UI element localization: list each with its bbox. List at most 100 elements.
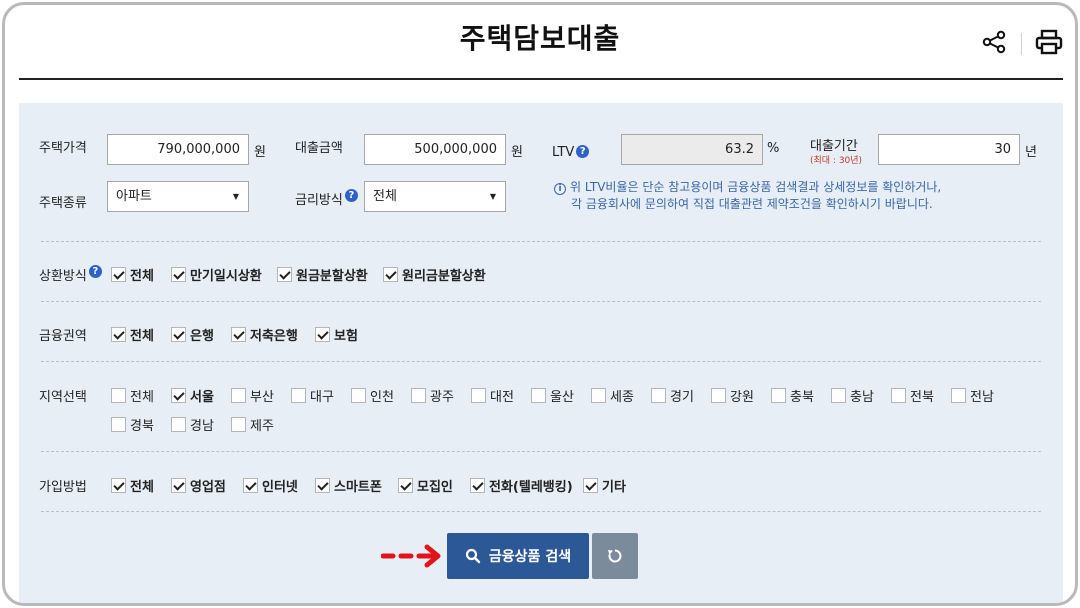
repayment-option-principal-interest[interactable]: 원리금분할상환: [383, 265, 486, 284]
repayment-label: 상환방식: [39, 269, 87, 284]
checkbox[interactable]: [111, 388, 126, 403]
checkbox[interactable]: [891, 388, 906, 403]
rate-type-select[interactable]: 전체 ▼: [364, 181, 506, 212]
repayment-option-bullet[interactable]: 만기일시상환: [171, 265, 262, 284]
reset-button[interactable]: [592, 533, 638, 579]
region-option[interactable]: 충북: [771, 386, 814, 405]
caret-down-icon: ▼: [489, 192, 496, 201]
checkbox[interactable]: [351, 388, 366, 403]
region-option[interactable]: 제주: [231, 415, 274, 434]
checkbox[interactable]: [111, 417, 126, 432]
channel-option-other[interactable]: 기타: [583, 476, 626, 495]
loan-period-max-note: (최대 : 30년): [810, 156, 863, 166]
region-option[interactable]: 인천: [351, 386, 394, 405]
rate-type-label: 금리방식: [295, 193, 343, 208]
loan-amount-input[interactable]: 500,000,000: [364, 134, 506, 165]
channel-option-agent[interactable]: 모집인: [398, 476, 453, 495]
region-option[interactable]: 광주: [411, 386, 454, 405]
region-option[interactable]: 대전: [471, 386, 514, 405]
channel-option-internet[interactable]: 인터넷: [243, 476, 298, 495]
region-option[interactable]: 전남: [951, 386, 994, 405]
checkbox[interactable]: [831, 388, 846, 403]
house-type-label: 주택종류: [39, 196, 87, 211]
repayment-option-all[interactable]: 전체: [111, 265, 154, 284]
region-label: 지역선택: [39, 390, 87, 405]
sector-option-bank[interactable]: 은행: [171, 325, 214, 344]
checkbox-checked[interactable]: [111, 327, 126, 342]
loan-amount-unit: 원: [511, 145, 523, 160]
divider: [41, 301, 1041, 302]
ltv-help-icon[interactable]: ?: [576, 145, 590, 158]
checkbox[interactable]: [651, 388, 666, 403]
checkbox[interactable]: [231, 388, 246, 403]
rate-type-value: 전체: [373, 189, 397, 204]
loan-period-label: 대출기간: [810, 139, 858, 154]
header-divider: [1021, 33, 1022, 55]
region-option[interactable]: 세종: [591, 386, 634, 405]
region-option[interactable]: 강원: [711, 386, 754, 405]
region-option[interactable]: 전북: [891, 386, 934, 405]
loan-period-input[interactable]: 30: [878, 134, 1020, 165]
search-button[interactable]: 금융상품 검색: [447, 533, 589, 579]
repayment-help-icon[interactable]: ?: [88, 265, 102, 278]
page-title: 주택담보대출: [459, 22, 621, 55]
checkbox-checked[interactable]: [171, 267, 186, 282]
channel-label: 가입방법: [39, 480, 87, 495]
checkbox-checked[interactable]: [398, 478, 413, 493]
rate-type-label-wrap: 금리방식?: [295, 189, 358, 208]
caret-down-icon: ▼: [232, 192, 239, 201]
sector-option-savings-bank[interactable]: 저축은행: [231, 325, 298, 344]
checkbox[interactable]: [231, 417, 246, 432]
ltv-label-wrap: LTV?: [552, 145, 590, 160]
region-option[interactable]: 부산: [231, 386, 274, 405]
loan-amount-label: 대출금액: [295, 141, 343, 156]
checkbox-checked[interactable]: [171, 327, 186, 342]
house-type-select[interactable]: 아파트 ▼: [107, 181, 249, 212]
checkbox[interactable]: [531, 388, 546, 403]
region-option[interactable]: 울산: [531, 386, 574, 405]
rate-type-help-icon[interactable]: ?: [344, 189, 358, 202]
checkbox-checked[interactable]: [277, 267, 292, 282]
checkbox-checked[interactable]: [171, 388, 186, 403]
checkbox[interactable]: [591, 388, 606, 403]
share-icon[interactable]: [981, 29, 1007, 55]
checkbox-checked[interactable]: [111, 267, 126, 282]
region-option[interactable]: 경남: [171, 415, 214, 434]
checkbox-checked[interactable]: [383, 267, 398, 282]
search-icon: [465, 548, 481, 564]
checkbox-checked[interactable]: [315, 478, 330, 493]
sector-option-insurance[interactable]: 보험: [315, 325, 358, 344]
house-type-value: 아파트: [116, 189, 152, 204]
divider: [41, 451, 1041, 452]
channel-option-branch[interactable]: 영업점: [171, 476, 226, 495]
checkbox-checked[interactable]: [583, 478, 598, 493]
print-icon[interactable]: [1035, 29, 1063, 55]
repayment-option-principal[interactable]: 원금분할상환: [277, 265, 368, 284]
region-option[interactable]: 서울: [171, 386, 214, 405]
channel-option-phone[interactable]: 전화(텔레뱅킹): [470, 476, 573, 495]
checkbox[interactable]: [411, 388, 426, 403]
checkbox-checked[interactable]: [243, 478, 258, 493]
checkbox-checked[interactable]: [171, 478, 186, 493]
checkbox-checked[interactable]: [470, 478, 485, 493]
region-option[interactable]: 충남: [831, 386, 874, 405]
channel-option-smartphone[interactable]: 스마트폰: [315, 476, 382, 495]
checkbox[interactable]: [951, 388, 966, 403]
checkbox[interactable]: [771, 388, 786, 403]
house-price-input[interactable]: 790,000,000: [107, 134, 249, 165]
checkbox-checked[interactable]: [111, 478, 126, 493]
divider: [41, 511, 1041, 512]
sector-option-all[interactable]: 전체: [111, 325, 154, 344]
checkbox-checked[interactable]: [315, 327, 330, 342]
region-option[interactable]: 경북: [111, 415, 154, 434]
window-frame: 주택담보대출 주택가격 790,000,000 원 대출금액 500,000,0…: [2, 2, 1078, 606]
channel-option-all[interactable]: 전체: [111, 476, 154, 495]
checkbox[interactable]: [471, 388, 486, 403]
region-option[interactable]: 경기: [651, 386, 694, 405]
checkbox[interactable]: [291, 388, 306, 403]
region-option[interactable]: 대구: [291, 386, 334, 405]
checkbox[interactable]: [171, 417, 186, 432]
checkbox-checked[interactable]: [231, 327, 246, 342]
checkbox[interactable]: [711, 388, 726, 403]
region-option[interactable]: 전체: [111, 386, 154, 405]
